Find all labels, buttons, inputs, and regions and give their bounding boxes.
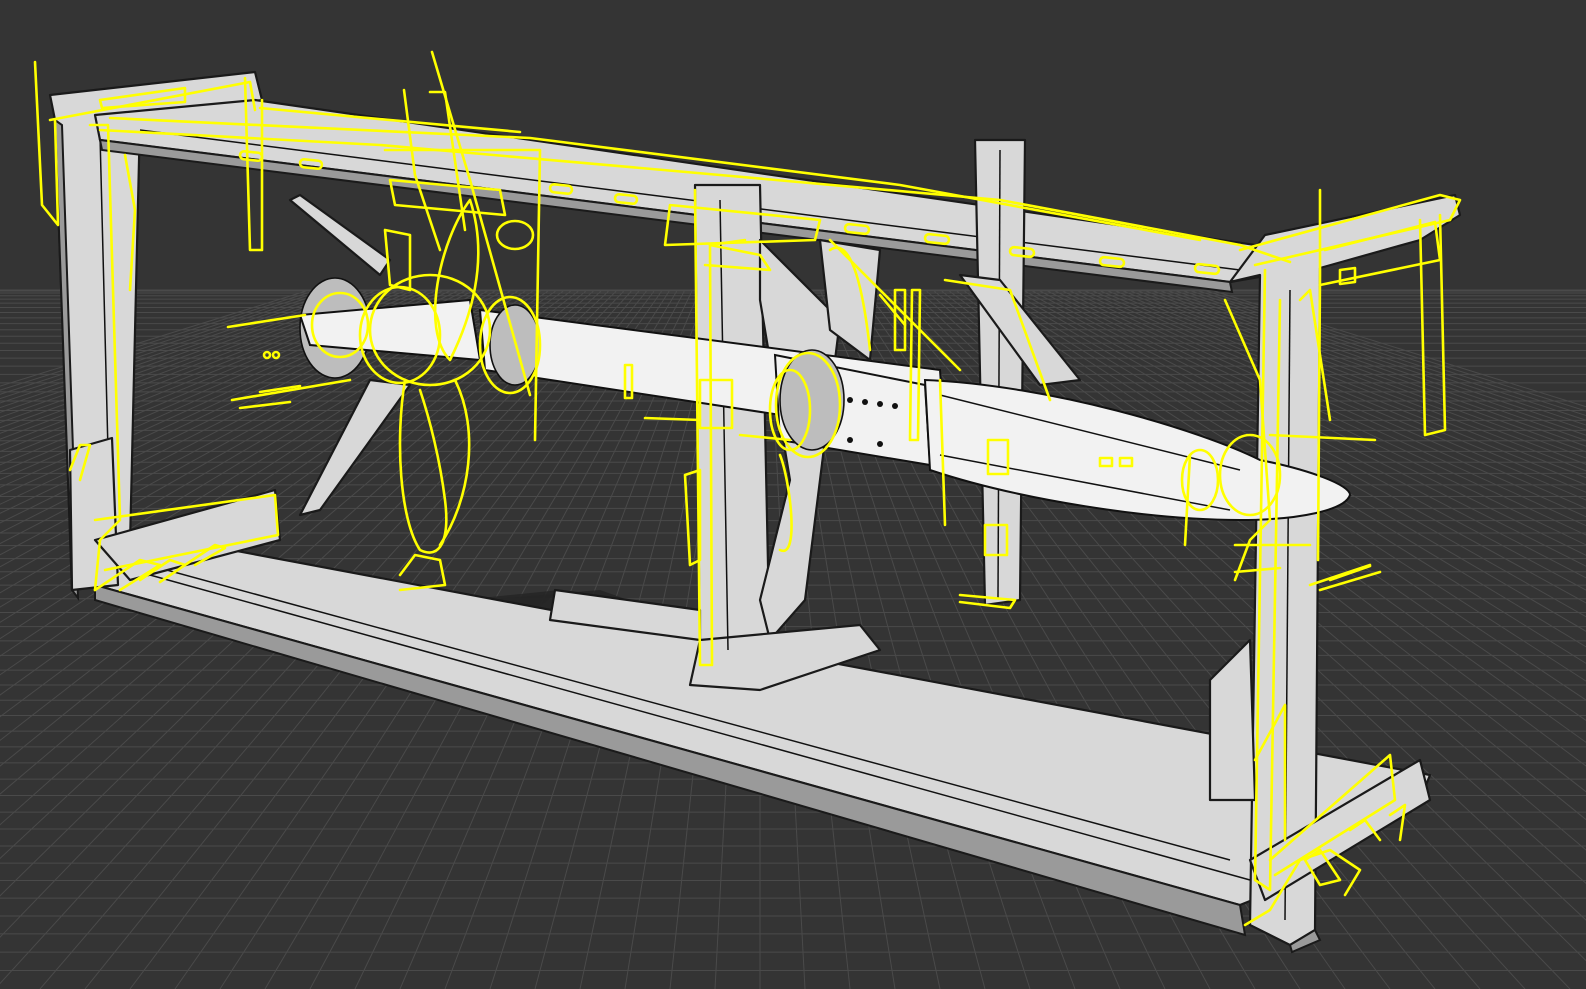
scene-canvas[interactable] (0, 0, 1586, 989)
3d-viewport[interactable] (0, 0, 1586, 989)
